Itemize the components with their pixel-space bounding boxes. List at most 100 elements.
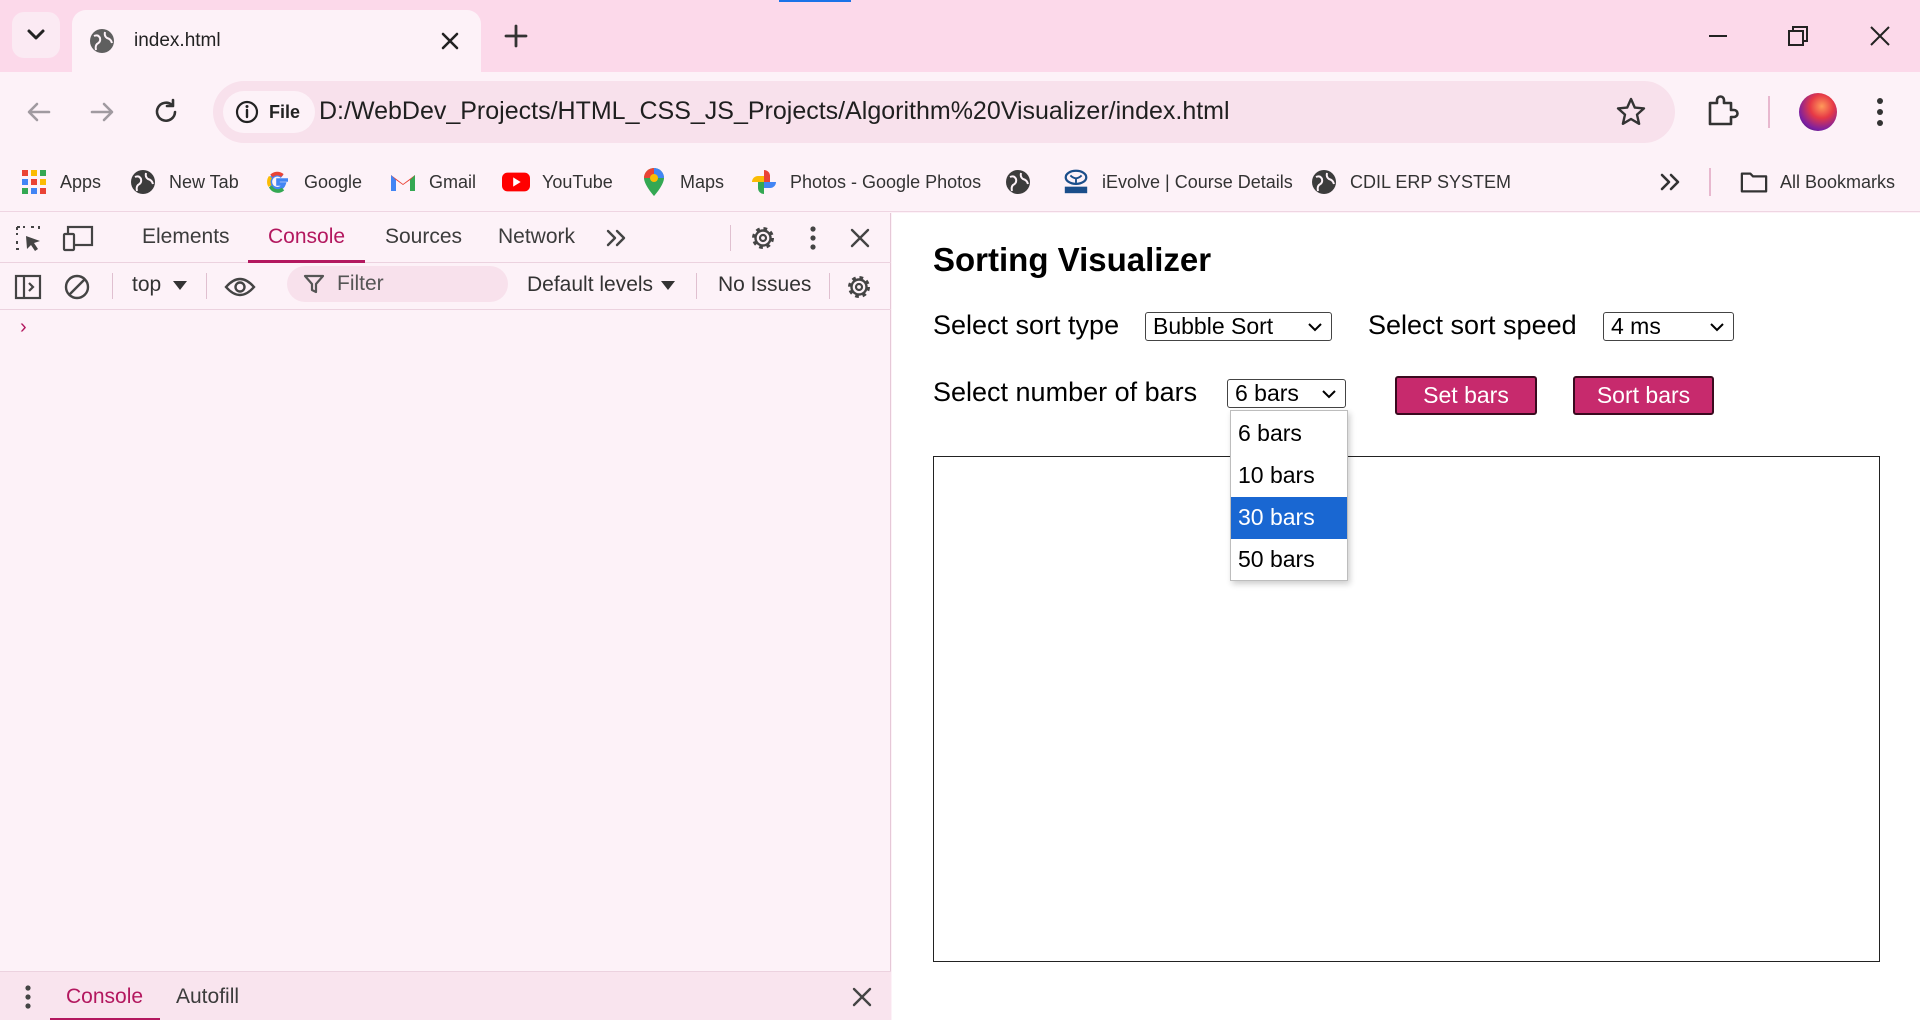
sort-speed-select[interactable]: 4 ms (1603, 312, 1734, 341)
reload-icon (155, 98, 177, 122)
address-bar[interactable]: File D:/WebDev_Projects/HTML_CSS_JS_Proj… (213, 81, 1675, 143)
minimize-button[interactable] (1700, 18, 1736, 54)
close-drawer-button[interactable] (846, 981, 878, 1013)
profile-avatar[interactable] (1799, 93, 1837, 131)
close-devtools-button[interactable] (844, 222, 876, 254)
maps-pin-icon (644, 168, 664, 196)
double-chevron-right-icon[interactable] (1655, 166, 1685, 198)
console-toolbar-separator (112, 273, 113, 299)
drawer-menu-button[interactable] (12, 981, 44, 1013)
sort-speed-value: 4 ms (1611, 313, 1661, 339)
tab-strip: index.html (0, 0, 1920, 72)
bars-option-6[interactable]: 6 bars (1231, 413, 1347, 455)
google-icon (267, 171, 288, 193)
bars-option-30[interactable]: 30 bars (1231, 497, 1347, 539)
chevron-down-icon (1710, 323, 1724, 332)
back-button[interactable] (19, 92, 59, 132)
apps-grid-icon (22, 170, 46, 194)
devtools-settings-button[interactable] (747, 222, 779, 254)
tab-network[interactable]: Network (498, 225, 575, 249)
bookmark-label: Photos - Google Photos (790, 171, 982, 192)
context-selector[interactable]: top (132, 273, 161, 297)
sort-bars-button[interactable]: Sort bars (1573, 376, 1714, 415)
bars-count-select[interactable]: 6 bars (1227, 379, 1346, 408)
live-expression-button[interactable] (224, 271, 256, 303)
globe-icon (1006, 170, 1030, 194)
restore-button[interactable] (1780, 18, 1816, 54)
console-prompt[interactable]: › (20, 316, 27, 339)
sort-type-label: Select sort type (933, 310, 1120, 340)
set-bars-button[interactable]: Set bars (1395, 376, 1537, 415)
device-toggle-icon (62, 225, 94, 252)
bookmark-label: New Tab (169, 171, 239, 192)
globe-icon (90, 29, 114, 53)
folder-icon (1740, 172, 1768, 193)
more-vertical-icon[interactable] (1866, 92, 1894, 132)
tab-bar-separator (730, 225, 731, 251)
close-tab-icon[interactable] (439, 30, 461, 52)
console-filter-input[interactable]: Filter (287, 266, 508, 302)
site-info-chip[interactable]: File (223, 91, 315, 133)
all-bookmarks-button[interactable]: All Bookmarks (1740, 166, 1895, 198)
clear-console-button[interactable] (61, 271, 93, 303)
devtools-menu-button[interactable] (797, 222, 829, 254)
visualizer-canvas (933, 456, 1880, 962)
page-title: Sorting Visualizer (933, 241, 1212, 278)
arrow-right-icon (90, 102, 114, 122)
inspect-element-button[interactable] (12, 222, 44, 254)
minimize-icon (1709, 35, 1727, 37)
tab-sources[interactable]: Sources (385, 225, 462, 249)
bookmark-untitled[interactable] (1004, 166, 1044, 198)
bookmarks-separator (1709, 168, 1711, 196)
url-text[interactable]: D:/WebDev_Projects/HTML_CSS_JS_Projects/… (319, 97, 1230, 126)
bookmark-google-photos[interactable]: Photos - Google Photos (750, 166, 981, 198)
close-window-button[interactable] (1862, 18, 1898, 54)
more-vertical-icon (810, 226, 816, 250)
tab-search-button[interactable] (12, 12, 60, 58)
extensions-puzzle-icon[interactable] (1702, 90, 1742, 130)
inspect-cursor-icon (16, 226, 40, 251)
gear-icon (752, 227, 774, 249)
device-toolbar-button[interactable] (62, 222, 94, 254)
close-icon (850, 228, 870, 248)
tata-icon (1064, 169, 1088, 194)
chevron-down-icon (1322, 390, 1336, 399)
sort-type-value: Bubble Sort (1153, 313, 1274, 339)
new-tab-icon[interactable] (500, 20, 532, 52)
bookmark-star-icon[interactable] (1615, 96, 1647, 128)
bookmark-cdil-erp[interactable]: CDIL ERP SYSTEM (1310, 166, 1511, 198)
bookmark-label: Gmail (429, 171, 477, 192)
browser-toolbar: File D:/WebDev_Projects/HTML_CSS_JS_Proj… (0, 72, 1920, 152)
reload-button[interactable] (146, 92, 186, 132)
drawer-tab-console[interactable]: Console (66, 985, 143, 1009)
bookmark-maps[interactable]: Maps (640, 166, 724, 198)
forward-button[interactable] (82, 92, 122, 132)
bookmark-apps[interactable]: Apps (20, 166, 101, 198)
tab-elements[interactable]: Elements (142, 225, 230, 249)
more-tabs-button[interactable] (600, 222, 632, 254)
sort-speed-label: Select sort speed (1368, 310, 1577, 340)
browser-tab[interactable]: index.html (72, 10, 481, 72)
console-sidebar-button[interactable] (12, 271, 44, 303)
sort-type-select[interactable]: Bubble Sort (1145, 312, 1332, 341)
drawer-tab-autofill[interactable]: Autofill (176, 985, 239, 1009)
bookmark-gmail[interactable]: Gmail (389, 166, 476, 198)
gmail-icon (391, 175, 415, 191)
globe-icon (1312, 170, 1336, 194)
console-toolbar-separator (206, 273, 207, 299)
bars-option-10[interactable]: 10 bars (1231, 455, 1347, 497)
tab-console[interactable]: Console (268, 225, 345, 249)
globe-icon (131, 170, 155, 194)
bookmark-label: Maps (680, 171, 725, 192)
more-vertical-icon (25, 985, 31, 1009)
bookmark-google[interactable]: Google (264, 166, 362, 198)
bookmark-label: CDIL ERP SYSTEM (1350, 171, 1512, 192)
bookmark-ievolve[interactable]: iEvolve | Course Details (1062, 166, 1293, 198)
toolbar-separator (1768, 96, 1770, 128)
bookmark-youtube[interactable]: YouTube (502, 166, 613, 198)
bookmark-label: Google (304, 171, 363, 192)
caret-down-icon[interactable] (173, 281, 187, 291)
eye-icon (224, 277, 256, 297)
bookmark-new-tab[interactable]: New Tab (129, 166, 239, 198)
bars-option-50[interactable]: 50 bars (1231, 539, 1347, 581)
